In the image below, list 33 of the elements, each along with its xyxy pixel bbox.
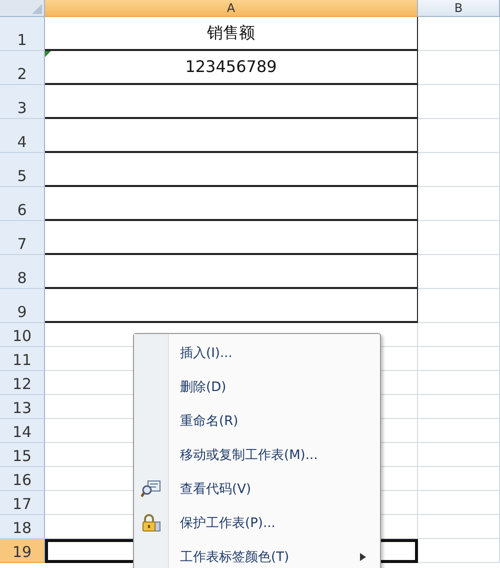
row-header[interactable]: 15 xyxy=(0,443,45,467)
row-header[interactable]: 13 xyxy=(0,395,45,419)
row-header[interactable]: 2 xyxy=(0,51,45,85)
row-header[interactable]: 3 xyxy=(0,85,45,119)
triangle-icon xyxy=(32,4,42,14)
row-header[interactable]: 8 xyxy=(0,255,45,289)
menu-item[interactable]: 保护工作表(P)... xyxy=(134,506,380,540)
row-header[interactable]: 14 xyxy=(0,419,45,443)
row-header[interactable]: 16 xyxy=(0,467,45,491)
row-header[interactable]: 19 xyxy=(0,539,45,563)
error-indicator-icon xyxy=(45,51,51,57)
row-header[interactable]: 12 xyxy=(0,371,45,395)
select-all-corner[interactable] xyxy=(0,0,45,17)
menu-item[interactable]: 删除(D) xyxy=(134,370,380,404)
menu-item[interactable]: 查看代码(V) xyxy=(134,472,380,506)
column-header[interactable]: A xyxy=(45,0,418,17)
menu-item[interactable]: 重命名(R) xyxy=(134,404,380,438)
row-header[interactable]: 1 xyxy=(0,17,45,51)
row-header[interactable]: 7 xyxy=(0,221,45,255)
row-header[interactable]: 18 xyxy=(0,515,45,539)
cell-text: 销售额 xyxy=(207,23,255,44)
column-header[interactable]: B xyxy=(418,0,500,17)
row-header[interactable]: 9 xyxy=(0,289,45,323)
row-header[interactable]: 10 xyxy=(0,323,45,347)
row-header[interactable]: 5 xyxy=(0,153,45,187)
row-header[interactable]: 4 xyxy=(0,119,45,153)
row-header[interactable]: 11 xyxy=(0,347,45,371)
menu-item[interactable]: 移动或复制工作表(M)... xyxy=(134,438,380,472)
menu-item[interactable]: 插入(I)... xyxy=(134,336,380,370)
menu-item[interactable]: 工作表标签颜色(T) xyxy=(134,540,380,568)
row-header[interactable]: 6 xyxy=(0,187,45,221)
cell-text: 123456789 xyxy=(185,57,277,76)
row-header[interactable]: 17 xyxy=(0,491,45,515)
